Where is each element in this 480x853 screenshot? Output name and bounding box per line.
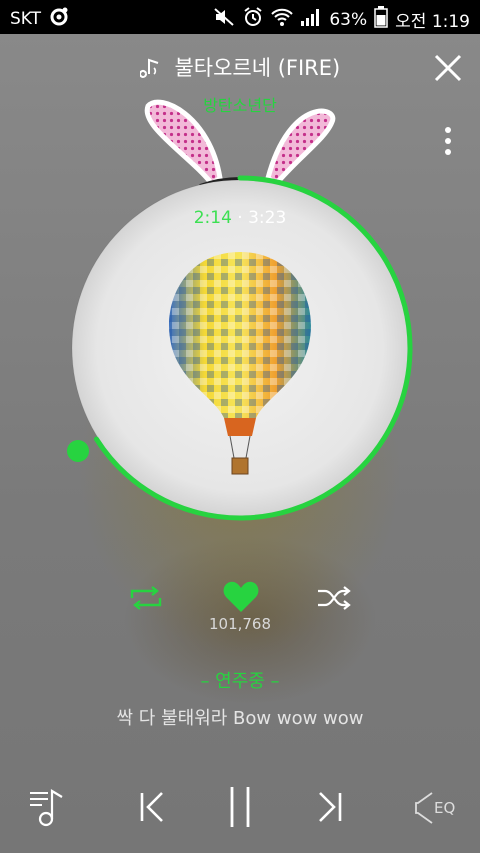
battery-percent: 63% <box>329 9 368 30</box>
previous-icon <box>140 792 163 822</box>
alarm-icon <box>242 6 264 33</box>
app-notification-icon <box>49 6 69 31</box>
eq-button[interactable]: EQ <box>414 791 455 825</box>
close-button[interactable] <box>432 52 464 84</box>
time-separator: · <box>237 208 243 228</box>
next-button[interactable] <box>314 789 346 829</box>
playlist-icon <box>30 789 63 827</box>
pause-icon <box>230 787 250 827</box>
playing-status: – 연주중 – <box>200 671 280 692</box>
like-count: 101,768 <box>208 615 272 633</box>
wifi-icon <box>271 7 294 32</box>
song-title-row: 불타오르네 (FIRE) <box>0 52 480 86</box>
carrier-label: SKT <box>10 8 42 29</box>
more-options-button[interactable] <box>438 126 458 158</box>
close-icon <box>434 54 462 82</box>
playback-controls: EQ <box>0 775 480 839</box>
playlist-button[interactable] <box>28 787 68 831</box>
like-button[interactable] <box>222 580 260 618</box>
song-title: 불타오르네 (FIRE) <box>174 56 341 80</box>
music-note-icon <box>138 56 169 80</box>
shuffle-button[interactable] <box>316 584 352 616</box>
lyric-line[interactable]: 싹 다 불태워라 Bow wow wow <box>0 704 480 730</box>
pause-button[interactable] <box>228 785 252 833</box>
elapsed-time: 2:14 <box>193 208 232 228</box>
seek-handle[interactable] <box>66 439 89 462</box>
clock: 오전 1:19 <box>395 12 470 32</box>
track-actions <box>0 578 480 618</box>
eq-label: EQ <box>434 799 456 817</box>
heart-icon <box>223 581 259 612</box>
more-icon <box>445 127 451 155</box>
next-icon <box>319 792 342 822</box>
status-bar: SKT 63% 오전 1:19 <box>0 0 480 34</box>
repeat-button[interactable] <box>128 584 164 616</box>
shuffle-icon <box>318 586 351 610</box>
signal-icon <box>300 7 322 32</box>
mute-icon <box>213 7 235 32</box>
battery-icon <box>374 6 388 33</box>
repeat-icon <box>130 586 162 610</box>
total-time: 3:23 <box>248 208 287 228</box>
eq-icon <box>415 792 433 824</box>
time-display: 2:14 · 3:23 <box>0 208 480 228</box>
artist-name[interactable]: 방탄소년단 <box>0 92 480 116</box>
previous-button[interactable] <box>136 789 168 829</box>
